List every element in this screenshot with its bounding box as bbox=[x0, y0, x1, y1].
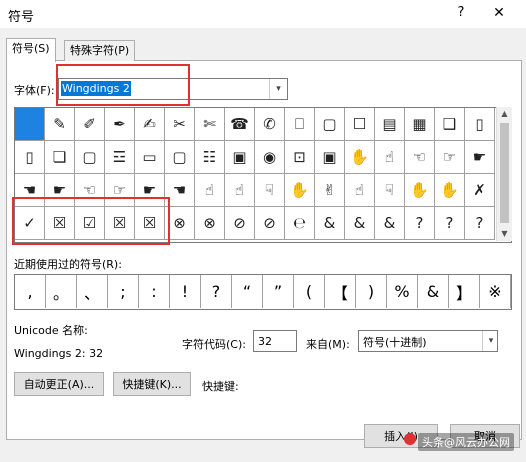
recent-symbol-cell[interactable]: 】 bbox=[449, 275, 480, 308]
symbol-cell[interactable]: ☟ bbox=[255, 174, 285, 207]
symbol-cell[interactable]: ☎ bbox=[225, 108, 255, 141]
symbol-cell[interactable]: ☞ bbox=[435, 141, 465, 174]
symbol-cell[interactable]: ⊘ bbox=[255, 207, 285, 240]
symbol-cell[interactable]: ◉ bbox=[255, 141, 285, 174]
symbol-cell[interactable]: ? bbox=[435, 207, 465, 240]
symbol-cell[interactable]: ▤ bbox=[375, 108, 405, 141]
recent-symbol-cell[interactable]: 、 bbox=[77, 275, 108, 308]
recent-symbol-cell[interactable]: & bbox=[418, 275, 449, 308]
scroll-up-icon[interactable]: ▲ bbox=[497, 107, 512, 121]
symbol-cell[interactable]: ? bbox=[405, 207, 435, 240]
symbol-cell[interactable]: ▦ bbox=[405, 108, 435, 141]
recent-symbol-cell[interactable]: ! bbox=[170, 275, 201, 308]
symbol-cell[interactable]: ▣ bbox=[225, 141, 255, 174]
symbol-cell[interactable]: ✒ bbox=[105, 108, 135, 141]
chevron-down-icon[interactable]: ▾ bbox=[269, 79, 287, 99]
symbol-cell[interactable]: ☝ bbox=[195, 174, 225, 207]
symbol-cell[interactable]: ✋ bbox=[405, 174, 435, 207]
recent-symbols-label: 近期使用过的符号(R): bbox=[14, 258, 122, 271]
symbol-cell[interactable]: ☐ bbox=[345, 108, 375, 141]
symbol-cell[interactable]: ☝ bbox=[225, 174, 255, 207]
symbol-cell[interactable]: ▢ bbox=[165, 141, 195, 174]
char-code-input[interactable]: 32 bbox=[253, 330, 297, 352]
symbol-cell[interactable]: ✆ bbox=[255, 108, 285, 141]
unicode-name-label: Unicode 名称: bbox=[14, 324, 88, 337]
recent-symbol-cell[interactable]: , bbox=[15, 275, 46, 308]
symbol-cell[interactable]: ▭ bbox=[135, 141, 165, 174]
symbol-cell[interactable]: & bbox=[315, 207, 345, 240]
symbol-cell[interactable]: ℮ bbox=[285, 207, 315, 240]
symbol-cell[interactable]: ✋ bbox=[345, 141, 375, 174]
symbol-cell[interactable]: ✎ bbox=[45, 108, 75, 141]
symbol-cell[interactable]: ❏ bbox=[45, 141, 75, 174]
symbol-cell[interactable]: ▣ bbox=[315, 141, 345, 174]
symbol-cell[interactable]: ▯ bbox=[465, 108, 495, 141]
recent-symbol-cell[interactable]: “ bbox=[232, 275, 263, 308]
symbol-cell[interactable]: ✂ bbox=[165, 108, 195, 141]
from-label: 来自(M): bbox=[306, 338, 350, 351]
symbol-cell[interactable]: ☝ bbox=[375, 141, 405, 174]
symbol-cell[interactable]: ☝ bbox=[345, 174, 375, 207]
symbol-cell[interactable]: ▯ bbox=[15, 141, 45, 174]
symbol-cell[interactable]: ☛ bbox=[465, 141, 495, 174]
from-value[interactable]: 符号(十进制) bbox=[363, 334, 427, 350]
help-button[interactable]: ? bbox=[452, 4, 470, 22]
symbol-cell[interactable]: ✌ bbox=[315, 174, 345, 207]
recent-symbol-cell[interactable]: : bbox=[139, 275, 170, 308]
recent-symbol-cell[interactable]: 。 bbox=[46, 275, 77, 308]
symbol-cell[interactable]: ☷ bbox=[195, 141, 225, 174]
window-title: 符号 bbox=[8, 10, 35, 25]
font-label: 字体(F): bbox=[14, 84, 55, 97]
symbol-grid-scrollbar[interactable]: ▲ ▼ bbox=[496, 107, 512, 241]
symbol-cell[interactable]: ❑ bbox=[435, 108, 465, 141]
shortcut-key-button[interactable]: 快捷键(K)... bbox=[113, 372, 191, 396]
title-bar bbox=[0, 0, 526, 28]
symbol-cell[interactable]: ☟ bbox=[375, 174, 405, 207]
symbol-row-highlight-box bbox=[12, 197, 170, 245]
recent-symbol-cell[interactable]: ? bbox=[201, 275, 232, 308]
font-highlight-box bbox=[56, 64, 190, 106]
from-select[interactable]: 符号(十进制) ▾ bbox=[358, 330, 498, 352]
symbol-cell[interactable]: & bbox=[375, 207, 405, 240]
tab-special-characters[interactable]: 特殊字符(P) bbox=[64, 40, 136, 61]
symbol-cell[interactable]: ✗ bbox=[465, 174, 495, 207]
symbol-cell[interactable]: ▢ bbox=[315, 108, 345, 141]
symbol-cell[interactable]: & bbox=[345, 207, 375, 240]
recent-symbol-cell[interactable]: ( bbox=[294, 275, 325, 308]
symbol-cell[interactable]: ⊗ bbox=[195, 207, 225, 240]
unicode-name-value: Wingdings 2: 32 bbox=[14, 347, 104, 360]
symbol-cell[interactable]: ⊘ bbox=[225, 207, 255, 240]
autocorrect-button[interactable]: 自动更正(A)... bbox=[14, 372, 104, 396]
symbol-cell[interactable]: ✋ bbox=[435, 174, 465, 207]
symbol-cell[interactable]: ? bbox=[465, 207, 495, 240]
symbol-cell[interactable]: ✄ bbox=[195, 108, 225, 141]
symbol-cell[interactable]: ☲ bbox=[105, 141, 135, 174]
watermark-text: 头条@风云办公网 bbox=[418, 433, 514, 451]
symbol-cell[interactable]: ✐ bbox=[75, 108, 105, 141]
recent-symbol-cell[interactable]: ” bbox=[263, 275, 294, 308]
recent-symbols-grid[interactable]: ,。、;:!? “”(【)% &】 ※ bbox=[14, 274, 512, 310]
recent-symbol-cell[interactable]: % bbox=[387, 275, 418, 308]
recent-symbol-cell[interactable]: 【 bbox=[325, 275, 356, 308]
symbol-cell[interactable]: ☜ bbox=[405, 141, 435, 174]
scroll-down-icon[interactable]: ▼ bbox=[497, 227, 512, 241]
symbol-cell[interactable]: ✋ bbox=[285, 174, 315, 207]
watermark-logo-icon bbox=[404, 433, 416, 445]
close-button[interactable]: ✕ bbox=[488, 4, 510, 22]
symbol-cell[interactable]: ⊡ bbox=[285, 141, 315, 174]
symbol-cell[interactable]: ⎕ bbox=[285, 108, 315, 141]
shortcut-key-label: 快捷键: bbox=[202, 380, 239, 393]
char-code-label: 字符代码(C): bbox=[182, 338, 246, 351]
tab-symbols[interactable]: 符号(S) bbox=[6, 38, 56, 62]
symbol-cell[interactable] bbox=[15, 108, 45, 141]
chevron-down-icon[interactable]: ▾ bbox=[482, 331, 499, 351]
symbol-cell[interactable]: ✍ bbox=[135, 108, 165, 141]
scroll-thumb[interactable] bbox=[500, 123, 509, 223]
recent-symbol-cell[interactable]: ; bbox=[108, 275, 139, 308]
recent-symbol-cell[interactable]: ) bbox=[356, 275, 387, 308]
recent-symbol-cell[interactable]: ※ bbox=[480, 275, 511, 308]
symbol-cell[interactable]: ▢ bbox=[75, 141, 105, 174]
